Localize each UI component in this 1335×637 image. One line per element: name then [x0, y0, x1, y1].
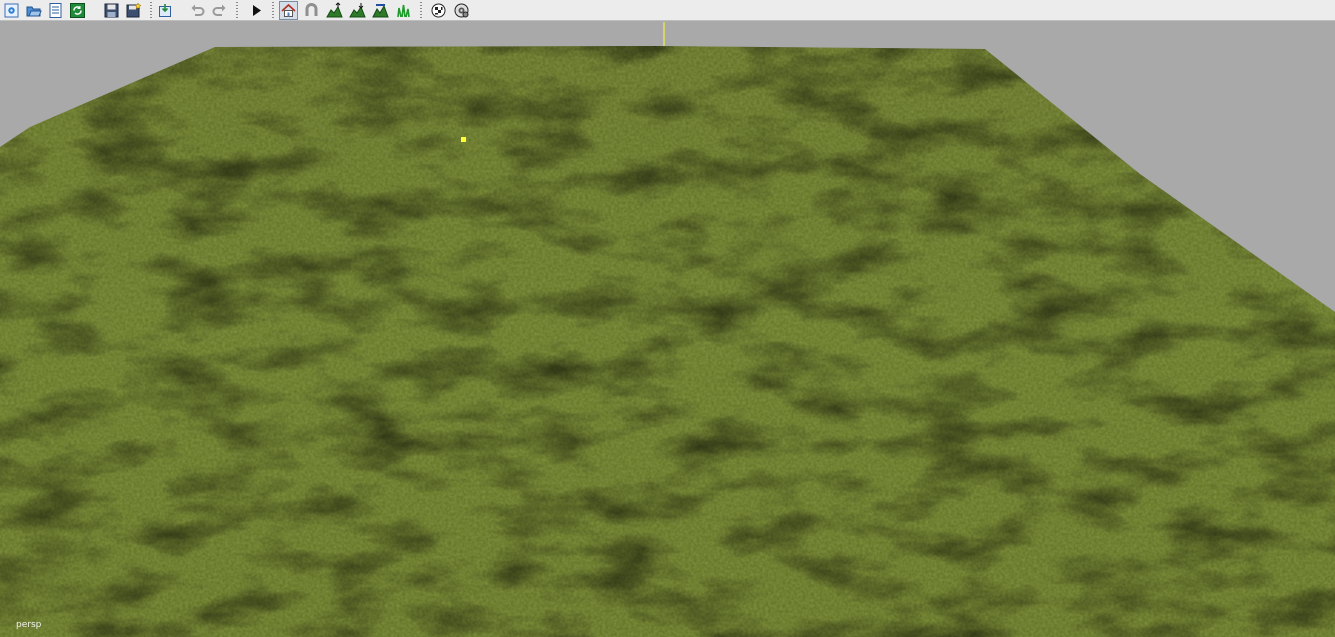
home-mode-button[interactable] [279, 1, 298, 20]
play-button[interactable] [247, 1, 266, 20]
undo-icon [191, 4, 205, 16]
grass-icon [397, 4, 410, 18]
import-button[interactable] [156, 1, 175, 20]
play-icon [253, 5, 261, 16]
toolbar-separator [150, 2, 152, 19]
checker-cog-icon [431, 3, 446, 18]
paint-grass-button[interactable] [394, 1, 413, 20]
save-as-button[interactable] [124, 1, 143, 20]
cog-circle-icon [454, 3, 469, 18]
file-list-button[interactable] [46, 1, 65, 20]
main-toolbar [0, 0, 1335, 21]
redo-icon [212, 4, 226, 16]
save-button[interactable] [102, 1, 121, 20]
terrain-smooth-icon [372, 4, 389, 18]
redo-button[interactable] [210, 1, 229, 20]
open-scene-button[interactable] [24, 1, 43, 20]
list-document-icon [49, 3, 62, 18]
magnet-icon [305, 3, 318, 16]
refresh-button[interactable] [68, 1, 87, 20]
terrain-raise-icon [326, 2, 343, 18]
magnet-mode-button[interactable] [302, 1, 321, 20]
undo-button[interactable] [188, 1, 207, 20]
render-settings-button[interactable] [429, 1, 448, 20]
toolbar-separator [272, 2, 274, 19]
smooth-terrain-button[interactable] [371, 1, 390, 20]
import-box-icon [159, 4, 171, 17]
floppy-star-icon [126, 2, 142, 18]
camera-label: persp [16, 620, 42, 630]
open-folder-icon [26, 6, 42, 17]
terrain-lower-icon [349, 3, 366, 18]
floppy-icon [104, 3, 119, 18]
gear-doc-icon [4, 3, 19, 18]
terrain-scene [0, 22, 1335, 637]
toolbar-separator [236, 2, 238, 19]
lower-terrain-button[interactable] [348, 1, 367, 20]
selected-vertex-marker [461, 137, 466, 142]
raise-terrain-button[interactable] [325, 1, 344, 20]
new-scene-button[interactable] [2, 1, 21, 20]
refresh-icon [70, 3, 85, 18]
toolbar-separator [420, 2, 422, 19]
3d-viewport[interactable]: persp [0, 22, 1335, 637]
render-options-button[interactable] [452, 1, 471, 20]
house-icon [281, 3, 296, 17]
